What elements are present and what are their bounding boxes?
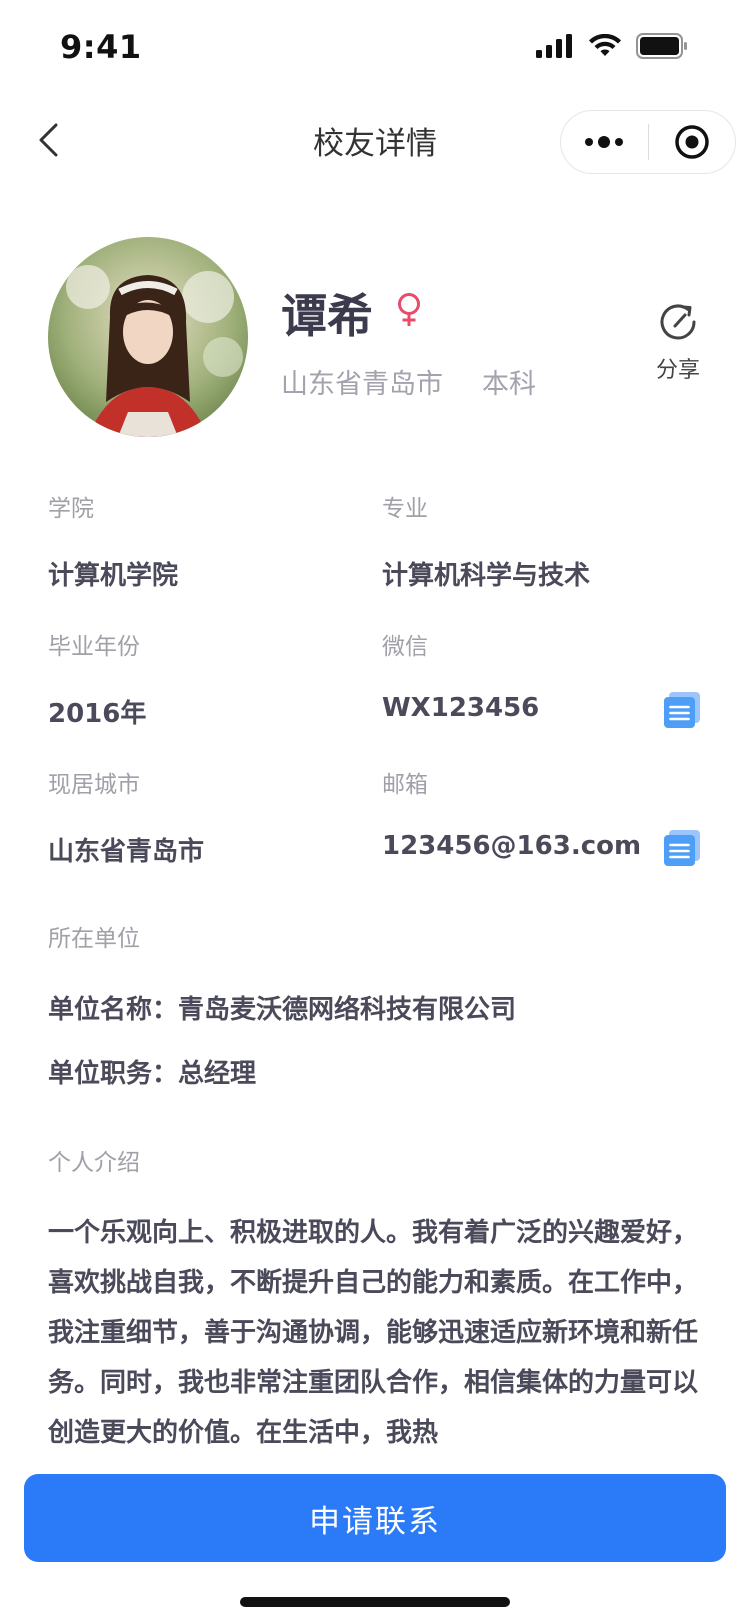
- college-label: 学院: [48, 496, 94, 522]
- wifi-icon: [589, 34, 621, 56]
- more-button[interactable]: [561, 111, 648, 173]
- city-label: 现居城市: [48, 772, 140, 798]
- wechat-label: 微信: [382, 634, 428, 660]
- status-icons: [536, 33, 688, 59]
- mini-program-capsule: [560, 110, 736, 174]
- target-icon: [675, 125, 709, 159]
- position-value: 总经理: [178, 1059, 257, 1089]
- copy-icon: [664, 692, 700, 728]
- college-value: 计算机学院: [48, 561, 179, 591]
- position-key: 单位职务：: [48, 1059, 179, 1089]
- close-miniprogram-button[interactable]: [649, 111, 736, 173]
- city-value: 山东省青岛市: [48, 837, 205, 867]
- company-row: 单位名称：青岛麦沃德网络科技有限公司: [48, 989, 516, 1026]
- alumni-location: 山东省青岛市: [281, 369, 443, 400]
- share-icon: [660, 304, 696, 340]
- grad-year-value: 2016年: [48, 699, 147, 729]
- email-value: 123456@163.com: [382, 831, 642, 861]
- intro-text: 一个乐观向上、积极进取的人。我有着广泛的兴趣爱好，喜欢挑战自我，不断提升自己的能…: [48, 1218, 699, 1448]
- apply-contact-button[interactable]: 申请联系: [24, 1474, 726, 1562]
- alumni-degree: 本科: [482, 369, 536, 400]
- more-dots-icon: [585, 136, 624, 148]
- employer-section-label: 所在单位: [48, 926, 140, 952]
- major-value: 计算机科学与技术: [382, 561, 591, 591]
- major-label: 专业: [382, 496, 428, 522]
- share-button[interactable]: 分享: [648, 298, 708, 384]
- signal-icon: [536, 34, 572, 58]
- share-label: 分享: [655, 358, 700, 383]
- copy-wechat-button[interactable]: [662, 690, 702, 734]
- battery-icon: [636, 33, 687, 59]
- home-indicator: [240, 1597, 510, 1607]
- wechat-value: WX123456: [382, 693, 540, 723]
- company-key: 单位名称：: [48, 995, 179, 1025]
- company-value: 青岛麦沃德网络科技有限公司: [178, 995, 517, 1025]
- alumni-name: 谭希: [281, 289, 373, 343]
- grad-year-label: 毕业年份: [48, 634, 140, 660]
- copy-icon: [664, 830, 700, 866]
- email-label: 邮箱: [382, 772, 428, 798]
- status-time: 9:41: [60, 28, 142, 66]
- avatar: [48, 237, 248, 437]
- position-row: 单位职务：总经理: [48, 1053, 256, 1090]
- intro-section-label: 个人介绍: [48, 1150, 140, 1176]
- copy-email-button[interactable]: [662, 828, 702, 872]
- female-icon: [394, 292, 424, 332]
